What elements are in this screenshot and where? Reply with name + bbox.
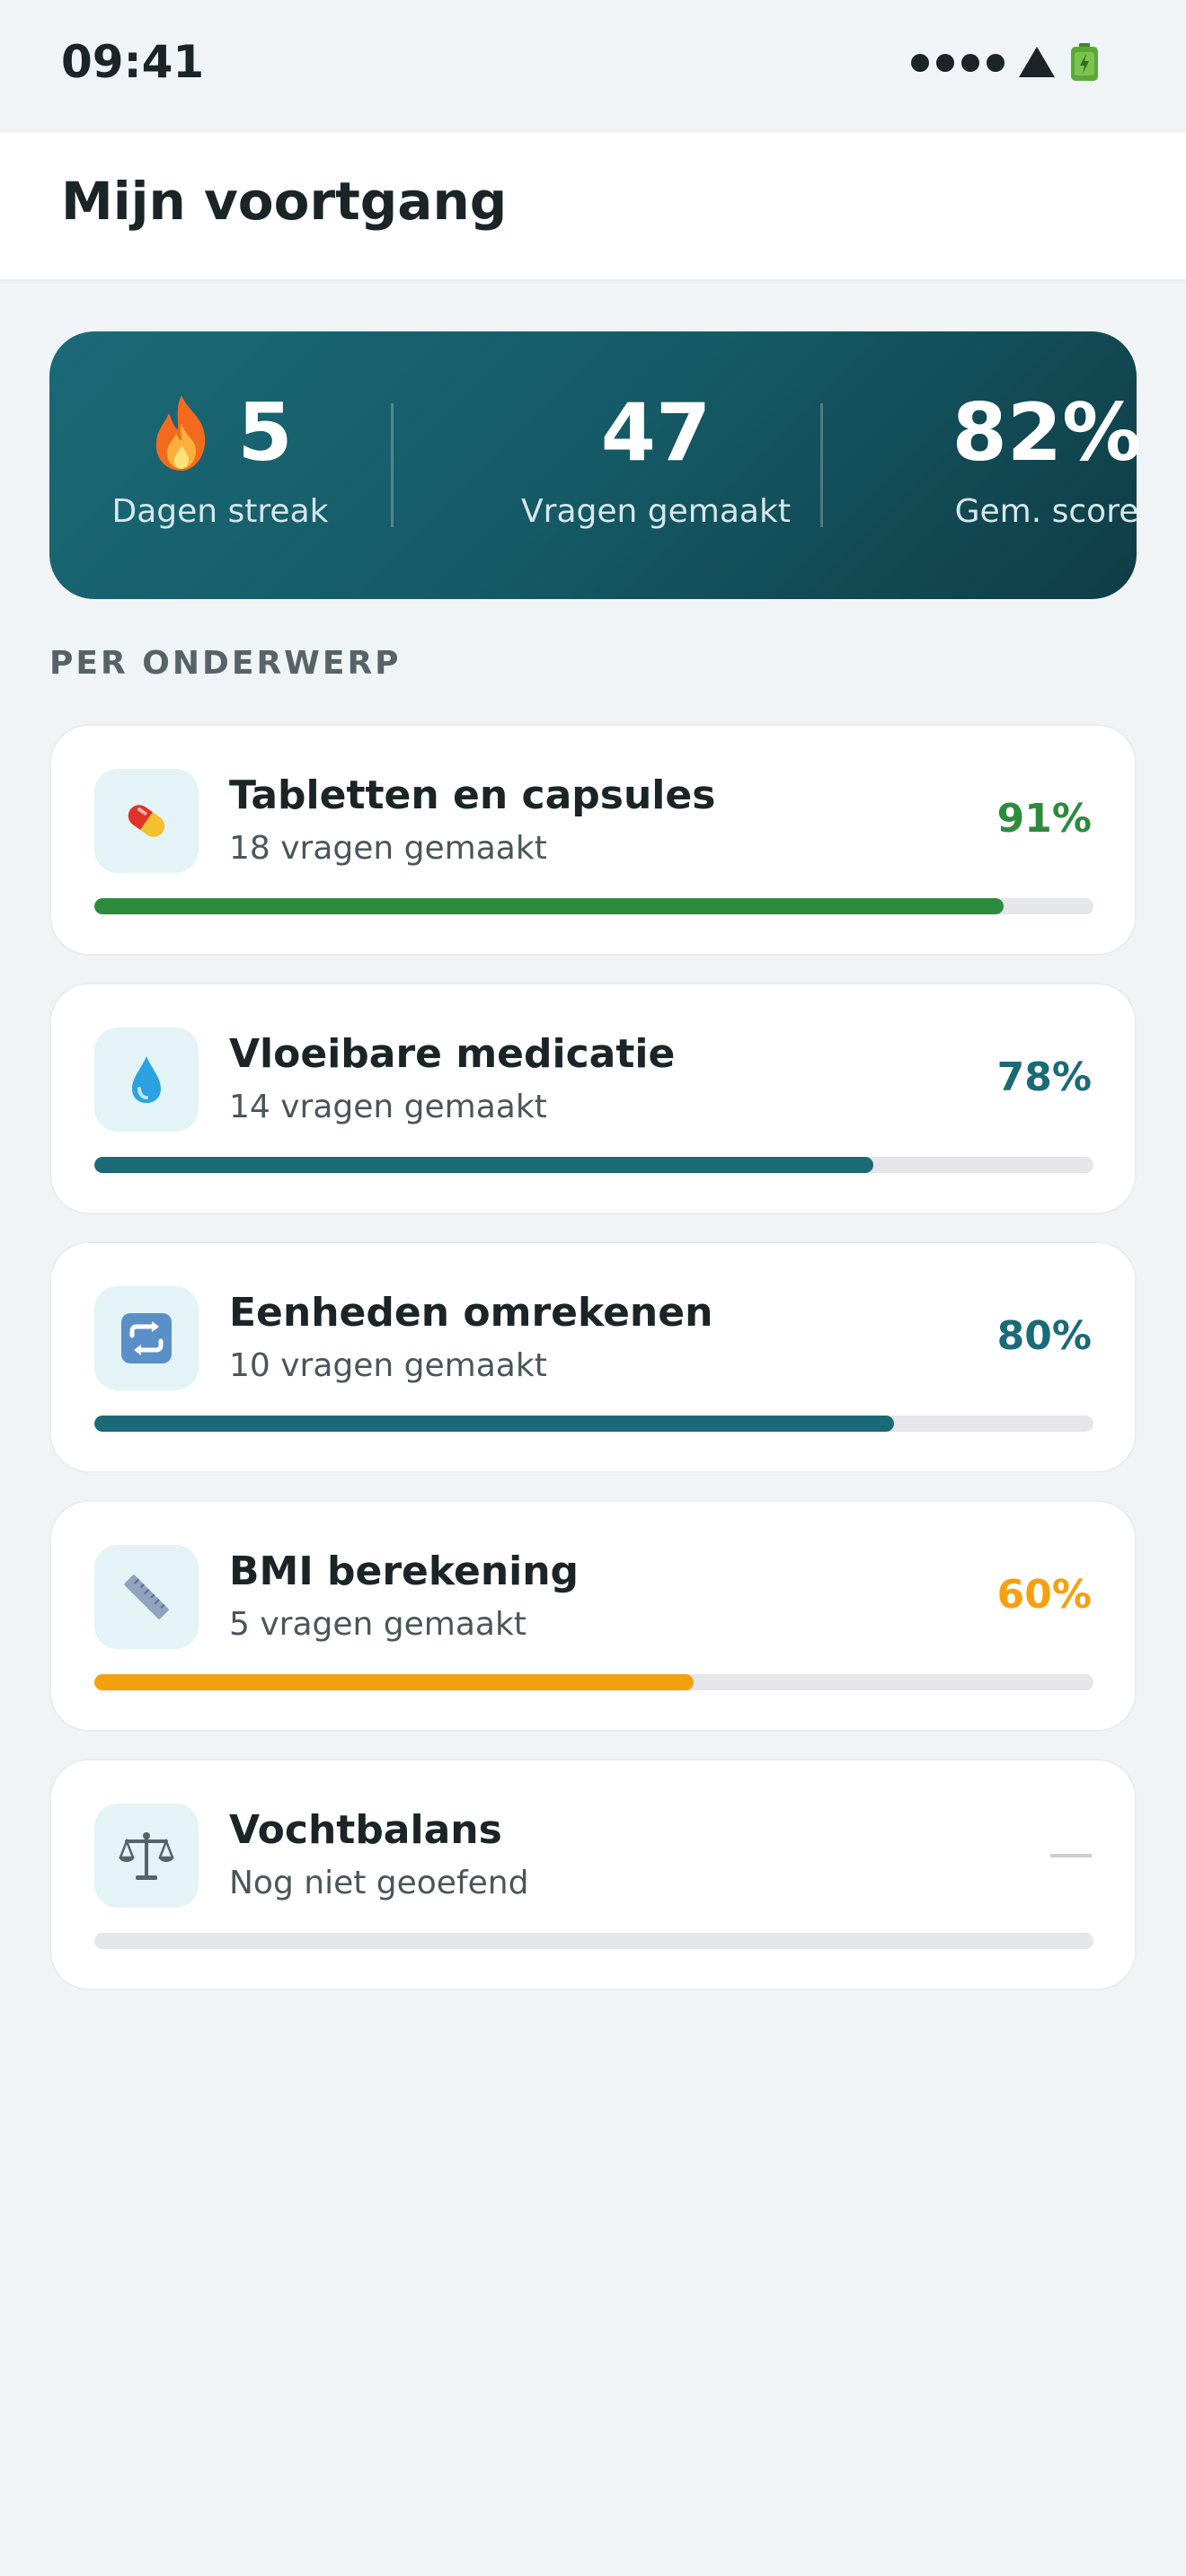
progress-fill (94, 1416, 894, 1432)
topic-percent: 91% (996, 796, 1092, 842)
topic-count: 18 vragen gemaakt (229, 830, 547, 867)
topic-count: 14 vragen gemaakt (229, 1089, 547, 1125)
topic-card-bmi[interactable]: BMI berekening 5 vragen gemaakt 60% (49, 1500, 1137, 1732)
questions-label: Vragen gemaakt (521, 493, 791, 530)
battery-icon (1069, 43, 1100, 83)
progress-bar (94, 1933, 1093, 1949)
topic-count: 5 vragen gemaakt (229, 1606, 527, 1643)
progress-fill (94, 898, 1004, 914)
topic-name: BMI berekening (229, 1548, 580, 1594)
progress-bar (94, 898, 1093, 914)
fire-icon (156, 395, 206, 471)
progress-fill (94, 1157, 874, 1173)
topic-percent: 78% (996, 1054, 1092, 1100)
status-bar: 09:41 (0, 0, 1186, 133)
topic-name: Vochtbalans (229, 1807, 502, 1853)
topic-percent: 60% (996, 1572, 1092, 1618)
topic-name: Tabletten en capsules (229, 772, 716, 818)
progress-bar (94, 1157, 1093, 1173)
wifi-icon (1017, 45, 1057, 81)
score-value: 82% (951, 386, 1142, 479)
topic-card-vochtbalans[interactable]: Vochtbalans Nog niet geoefend (49, 1759, 1137, 1990)
topic-name: Vloeibare medicatie (229, 1031, 676, 1077)
topic-percent: 80% (996, 1313, 1092, 1359)
progress-bar (94, 1674, 1093, 1690)
signal-icon (911, 54, 1005, 72)
streak-value: 5 (237, 386, 293, 479)
score-stat: 82% Gem. score (912, 385, 1182, 530)
progress-fill (94, 1674, 695, 1690)
scale-icon (94, 1804, 199, 1908)
pill-icon (94, 769, 199, 873)
header: Mijn voortgang (0, 133, 1186, 281)
streak-stat: 5 Dagen streak (85, 385, 355, 530)
questions-stat: 47 Vragen gemaakt (445, 385, 867, 530)
status-time: 09:41 (61, 36, 205, 88)
ruler-icon (94, 1545, 199, 1649)
topic-card-vloeibaar[interactable]: Vloeibare medicatie 14 vragen gemaakt 78… (49, 983, 1137, 1214)
divider (820, 403, 823, 527)
progress-bar (94, 1416, 1093, 1432)
summary-card: 5 Dagen streak 47 Vragen gemaakt 82% Gem… (49, 331, 1141, 599)
topic-card-tabletten[interactable]: Tabletten en capsules 18 vragen gemaakt … (49, 724, 1137, 956)
status-icons (911, 43, 1100, 83)
divider (391, 403, 394, 527)
topic-count: 10 vragen gemaakt (229, 1347, 547, 1384)
topic-card-eenheden[interactable]: Eenheden omrekenen 10 vragen gemaakt 80% (49, 1241, 1137, 1473)
score-label: Gem. score (954, 493, 1139, 530)
no-score-dash (1050, 1854, 1092, 1857)
droplet-icon (94, 1028, 199, 1132)
questions-value: 47 (600, 386, 712, 479)
page-title: Mijn voortgang (61, 171, 508, 232)
topic-name: Eenheden omrekenen (229, 1290, 713, 1336)
repeat-icon (94, 1286, 199, 1390)
streak-label: Dagen streak (111, 493, 329, 530)
section-heading: PER ONDERWERP (49, 645, 402, 682)
topic-count: Nog niet geoefend (229, 1865, 529, 1901)
